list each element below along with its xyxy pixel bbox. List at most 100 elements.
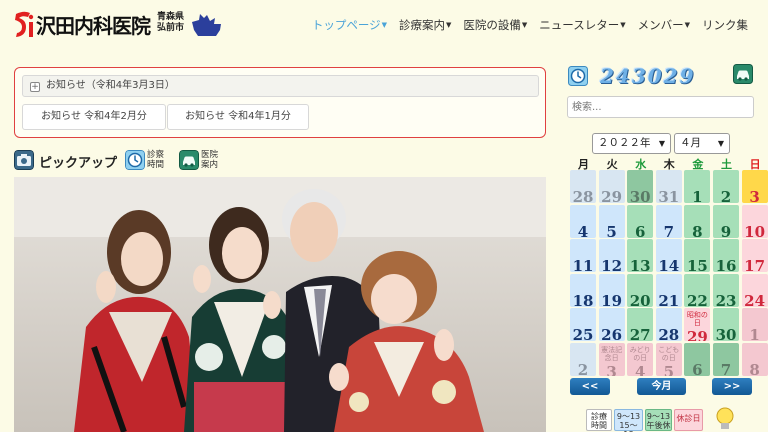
calendar-day[interactable]: 14 — [655, 239, 682, 272]
calendar-day[interactable]: 8 — [684, 204, 711, 238]
calendar-day[interactable]: 8 — [741, 342, 768, 376]
month-select[interactable]: ４月 ▼ — [674, 133, 730, 154]
notice-button-feb[interactable]: お知らせ 令和4年2月分 — [22, 104, 166, 130]
calendar-day[interactable]: 23 — [713, 273, 739, 307]
legend-off: 休診日 — [674, 409, 703, 431]
prev-month-button[interactable]: << — [570, 378, 610, 395]
nav-item-1[interactable]: 診療案内▼ — [393, 17, 457, 33]
main-nav: トップページ▼ 診療案内▼ 医院の設備▼ ニュースレター▼ メンバー▼ リンク集 — [306, 17, 754, 33]
calendar-day[interactable]: 6 — [627, 204, 654, 238]
holiday-label: 昭和の日 — [686, 311, 708, 327]
calendar-day-number: 28 — [572, 188, 594, 203]
calendar-day-number: 14 — [658, 257, 680, 272]
calendar-day[interactable]: 2 — [570, 342, 596, 376]
nav-item-0[interactable]: トップページ▼ — [306, 17, 393, 33]
notice-current[interactable]: + お知らせ（令和4年3月3日） — [22, 75, 539, 97]
calendar-day[interactable]: 17 — [741, 239, 768, 272]
calendar-day[interactable]: 3 — [741, 170, 768, 203]
chevron-down-icon: ▼ — [717, 139, 724, 148]
calendar-day-number: 21 — [658, 291, 680, 307]
calendar-day-number: 17 — [744, 257, 766, 272]
calendar-day[interactable]: 20 — [627, 273, 654, 307]
calendar-day[interactable]: 25 — [570, 308, 596, 341]
calendar-day-number: 10 — [744, 222, 766, 238]
nav-item-2[interactable]: 医院の設備▼ — [457, 17, 533, 33]
calendar-day[interactable]: 22 — [684, 273, 711, 307]
calendar-day[interactable]: 9 — [713, 204, 739, 238]
calendar-day[interactable]: 11 — [570, 239, 596, 272]
calendar-day[interactable]: 30 — [713, 308, 739, 341]
year-select[interactable]: ２０２２年 ▼ — [592, 133, 671, 154]
camera-icon — [14, 150, 34, 170]
calendar-day[interactable]: 1 — [684, 170, 711, 203]
notice-button-jan[interactable]: お知らせ 令和4年1月分 — [167, 104, 309, 130]
calendar-day[interactable]: 10 — [741, 204, 768, 238]
calendar-day[interactable]: 15 — [684, 239, 711, 272]
car-icon[interactable] — [179, 150, 199, 170]
calendar-day[interactable]: 7 — [655, 204, 682, 238]
calendar-day-number: 30 — [629, 188, 651, 203]
calendar-day[interactable]: 30 — [627, 170, 654, 203]
caret-down-icon: ▼ — [521, 21, 528, 29]
calendar-day[interactable]: 29 — [598, 170, 625, 203]
next-month-button[interactable]: >> — [712, 378, 752, 395]
calendar-day[interactable]: 28 — [570, 170, 596, 203]
calendar-day[interactable]: 21 — [655, 273, 682, 307]
nav-item-4[interactable]: メンバー▼ — [632, 17, 696, 33]
legend-label-line2: 時間 — [591, 421, 607, 430]
calendar-day[interactable]: 昭和の日 29 — [684, 308, 711, 341]
calendar-day-number: 7 — [720, 360, 732, 376]
calendar-day[interactable]: 26 — [598, 308, 625, 341]
calendar-day-number: 4 — [634, 362, 646, 376]
calendar-day[interactable]: 1 — [741, 308, 768, 341]
calendar-day-number: 3 — [606, 362, 617, 376]
group-photo-image — [14, 177, 546, 432]
visitor-counter: 243029 — [600, 64, 696, 88]
legend-label-line1: 診療 — [591, 412, 607, 421]
calendar-day-number: 19 — [601, 291, 623, 307]
calendar-day[interactable]: 28 — [655, 308, 682, 341]
nav-item-label: リンク集 — [702, 18, 748, 32]
calendar-day-number: 24 — [744, 291, 766, 307]
calendar-day[interactable]: 13 — [627, 239, 654, 272]
calendar-day[interactable]: 18 — [570, 273, 596, 307]
site-logo[interactable]: 沢田内科医院 青森県 弘前市 — [12, 8, 221, 44]
calendar-day[interactable]: 5 — [598, 204, 625, 238]
nav-item-label: 診療案内 — [399, 18, 445, 32]
logo-text: 沢田内科医院 — [36, 14, 151, 38]
pickup-link-guide[interactable]: 医院 案内 — [201, 150, 218, 170]
calendar-day[interactable]: 16 — [713, 239, 739, 272]
calendar-day[interactable]: 2 — [713, 170, 739, 203]
pickup-title: ピックアップ — [39, 156, 118, 171]
nav-item-5[interactable]: リンク集 — [696, 17, 754, 33]
calendar-day[interactable]: 4 — [570, 204, 596, 238]
nav-item-label: メンバー — [637, 18, 684, 32]
nav-item-3[interactable]: ニュースレター▼ — [533, 17, 631, 33]
calendar-day-number: 7 — [663, 222, 675, 238]
calendar-day[interactable]: 憲法記念日 3 — [598, 342, 625, 376]
calendar-day[interactable]: 19 — [598, 273, 625, 307]
calendar-day[interactable]: 7 — [713, 342, 739, 376]
calendar-day[interactable]: 24 — [741, 273, 768, 307]
calendar-day[interactable]: 27 — [627, 308, 654, 341]
lightbulb-icon — [716, 407, 734, 429]
calendar-day[interactable]: 31 — [655, 170, 682, 203]
calendar-day-number: 8 — [692, 222, 703, 238]
clock-icon[interactable] — [125, 150, 145, 170]
logo-pref-line1: 青森県 — [157, 12, 185, 22]
calendar-day[interactable]: 6 — [684, 342, 711, 376]
nav-item-label: トップページ — [311, 18, 381, 32]
calendar-day[interactable]: こどもの日 5 — [655, 342, 682, 376]
this-month-button[interactable]: 今月 — [637, 378, 686, 395]
calendar-day[interactable]: 12 — [598, 239, 625, 272]
search-input[interactable] — [567, 96, 754, 118]
calendar-day-number: 8 — [749, 360, 760, 376]
holiday-label: こどもの日 — [658, 345, 680, 362]
calendar-day-number: 26 — [601, 326, 623, 341]
caret-down-icon: ▼ — [446, 21, 452, 29]
calendar-day[interactable]: みどりの日 4 — [627, 342, 654, 376]
logo-mark-icon — [15, 11, 34, 37]
pickup-photo[interactable] — [14, 177, 546, 432]
pickup-link-hours[interactable]: 診察 時間 — [147, 150, 164, 170]
legend-half-line1: 9～13 — [646, 412, 671, 421]
